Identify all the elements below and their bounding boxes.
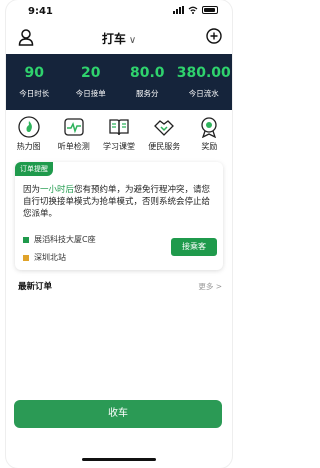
chevron-down-icon: ∨ [128, 35, 137, 46]
stat-value: 20 [81, 65, 101, 81]
shortcut-listen-test[interactable]: 听单检测 [51, 116, 96, 152]
add-circle-icon[interactable] [206, 28, 222, 44]
stat-value: 90 [24, 65, 44, 81]
order-reminder-card: 订单提醒 因为一小时后您有预约单，为避免行程冲突，请您自行切换接单模式为抢单模式… [15, 162, 223, 270]
stat-label: 今日流水 [188, 89, 219, 98]
shortcut-heatmap[interactable]: 热力图 [6, 116, 51, 152]
stat-today-orders: 20 今日接单 [63, 54, 120, 110]
handshake-icon [154, 120, 175, 136]
stat-label: 今日时长 [19, 89, 50, 98]
battery-icon [202, 6, 218, 14]
shortcut-convenience[interactable]: 便民服务 [142, 116, 187, 152]
dropoff-dot-icon [23, 254, 29, 261]
shortcut-label: 便民服务 [148, 142, 181, 151]
reminder-message: 因为一小时后您有预约单，为避免行程冲突，请您自行切换接单模式为抢单模式，否则系统… [23, 185, 211, 219]
shortcut-learning[interactable]: 学习课堂 [96, 116, 141, 152]
page-title: 打车 [101, 32, 126, 46]
shortcut-label: 热力图 [16, 142, 41, 151]
stat-today-revenue: 380.00 今日流水 [176, 54, 233, 110]
reminder-tag: 订单提醒 [15, 162, 53, 176]
status-icons [173, 6, 218, 14]
more-link[interactable]: 更多 > [198, 281, 222, 292]
book-icon [109, 119, 129, 136]
stat-today-hours: 90 今日时长 [6, 54, 63, 110]
service-switcher[interactable]: 打车 ∨ [6, 30, 232, 47]
phone-screen: 9:41 打车 ∨ 90 今日时长 20 今日接单 80.0 服务分 380.0… [6, 0, 232, 468]
stat-label: 服务分 [136, 89, 159, 98]
shortcut-label: 奖励 [201, 142, 218, 151]
highlight-time: 一小时后 [40, 185, 75, 195]
stat-value: 380.00 [176, 65, 231, 81]
shortcut-rewards[interactable]: 奖励 [187, 116, 232, 152]
pulse-icon [64, 118, 84, 136]
stat-value: 80.0 [129, 65, 165, 81]
heatmap-icon [17, 116, 40, 138]
shortcut-grid: 热力图 听单检测 学习课堂 便民服务 奖励 [6, 116, 232, 152]
shortcut-label: 学习课堂 [103, 142, 135, 151]
status-time: 9:41 [28, 6, 53, 17]
stats-panel: 90 今日时长 20 今日接单 80.0 服务分 380.00 今日流水 [6, 54, 232, 110]
pickup-passenger-button[interactable]: 接乘客 [171, 238, 217, 256]
status-bar: 9:41 [6, 0, 232, 22]
signal-icon [173, 6, 184, 14]
home-indicator [82, 458, 156, 461]
stat-service-score: 80.0 服务分 [119, 54, 176, 110]
stat-label: 今日接单 [75, 89, 106, 98]
medal-icon [201, 117, 218, 138]
dropoff-address: 深圳北站 [23, 252, 66, 263]
top-nav: 打车 ∨ [6, 24, 232, 52]
wifi-icon [188, 6, 198, 14]
pickup-address: 展滔科技大厦C座 [23, 234, 96, 245]
pickup-dot-icon [23, 236, 29, 243]
latest-orders-header: 最新订单 更多 > [18, 280, 222, 293]
shortcut-label: 听单检测 [57, 142, 90, 151]
stop-receiving-button[interactable]: 收车 [14, 400, 222, 428]
section-title: 最新订单 [18, 282, 53, 292]
